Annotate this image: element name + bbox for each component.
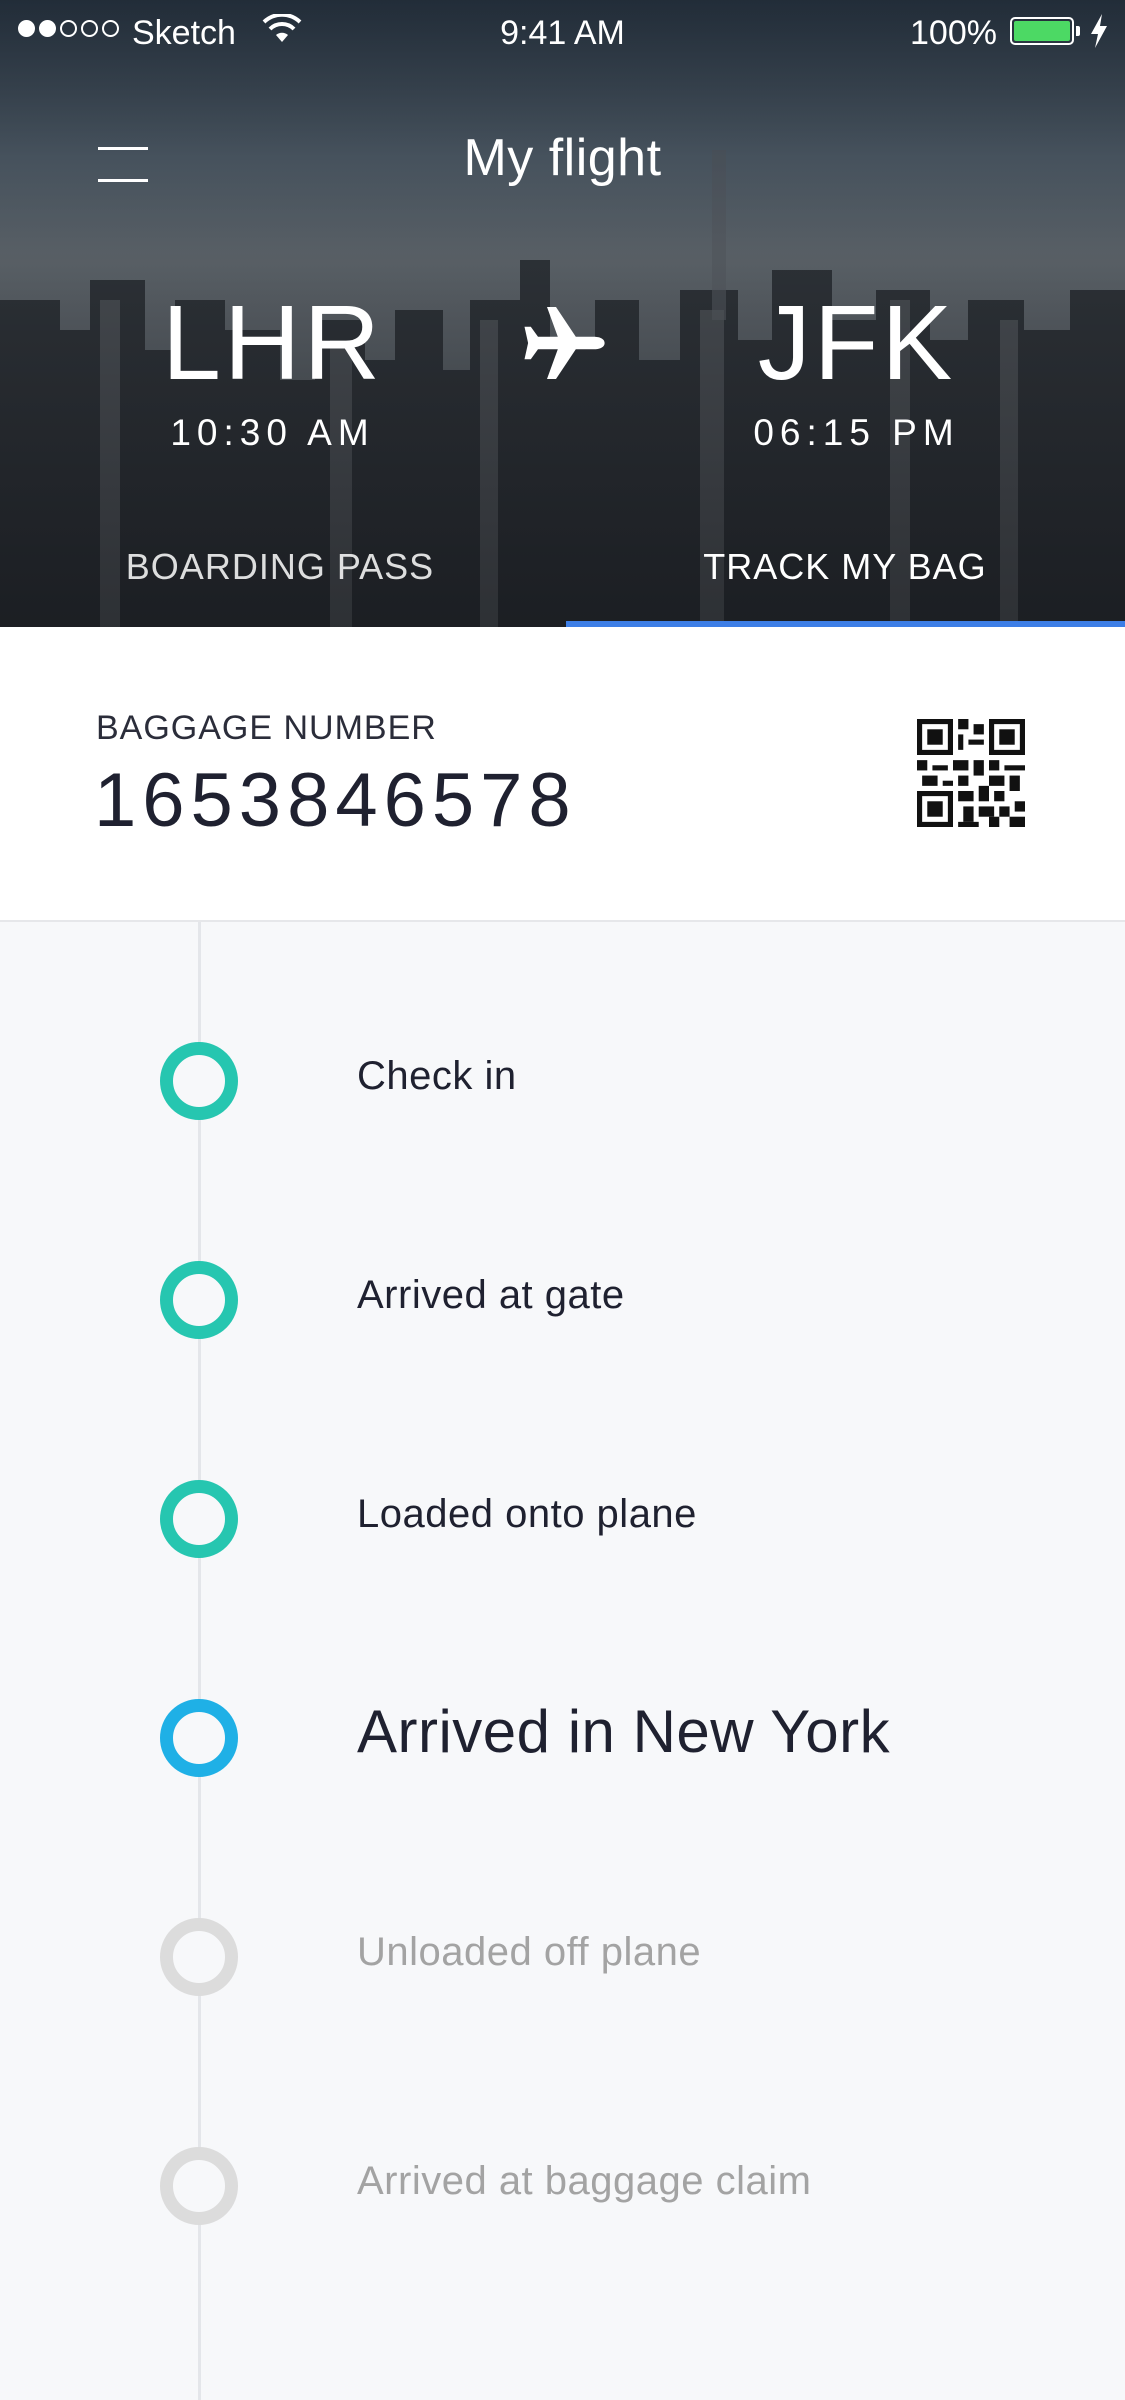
timeline-step: Arrived at baggage claim — [0, 2147, 1125, 2247]
step-marker-icon — [160, 1042, 238, 1120]
arrival-time: 06:15 PM — [753, 412, 960, 453]
step-label: Arrived in New York — [357, 1698, 891, 1765]
app-screen: Sketch 9:41 AM 100% My flight LHR 10:30 … — [0, 0, 1125, 2400]
step-label: Unloaded off plane — [357, 1930, 702, 1974]
step-marker-icon — [160, 1699, 238, 1777]
baggage-card: BAGGAGE NUMBER 1653846578 — [0, 627, 1125, 922]
charging-bolt-icon — [1091, 14, 1107, 48]
timeline-step: Check in — [0, 1042, 1125, 1142]
step-marker-icon — [160, 1480, 238, 1558]
battery-tip — [1076, 26, 1080, 36]
battery-percent: 100% — [910, 14, 997, 52]
step-label: Arrived at gate — [357, 1273, 625, 1317]
page-title: My flight — [463, 129, 662, 187]
step-label: Arrived at baggage claim — [357, 2159, 812, 2203]
timeline-step: Arrived at gate — [0, 1261, 1125, 1361]
origin-airport: LHR 10:30 AM — [150, 290, 395, 454]
qr-code-icon[interactable] — [917, 719, 1025, 827]
baggage-number: 1653846578 — [94, 758, 577, 843]
step-marker-icon — [160, 1261, 238, 1339]
step-label: Check in — [357, 1054, 517, 1098]
departure-time: 10:30 AM — [170, 412, 375, 453]
baggage-number-label: BAGGAGE NUMBER — [96, 709, 437, 747]
tab-track-my-bag[interactable]: TRACK MY BAG — [680, 546, 1010, 588]
timeline-step-current: Arrived in New York — [0, 1698, 1125, 1799]
step-marker-icon — [160, 1918, 238, 1996]
tab-boarding-pass[interactable]: BOARDING PASS — [110, 546, 450, 588]
baggage-timeline: Check in Arrived at gate Loaded onto pla… — [0, 922, 1125, 2400]
status-bar: Sketch 9:41 AM 100% — [0, 0, 1125, 66]
destination-airport: JFK 06:15 PM — [734, 290, 979, 454]
airplane-icon — [524, 307, 605, 379]
timeline-step: Loaded onto plane — [0, 1480, 1125, 1580]
flight-header: Sketch 9:41 AM 100% My flight LHR 10:30 … — [0, 0, 1125, 627]
destination-code: JFK — [757, 284, 956, 402]
step-marker-icon — [160, 2147, 238, 2225]
battery-icon — [1010, 17, 1074, 45]
origin-code: LHR — [161, 284, 384, 402]
step-label: Loaded onto plane — [357, 1492, 697, 1536]
timeline-step: Unloaded off plane — [0, 1918, 1125, 2018]
